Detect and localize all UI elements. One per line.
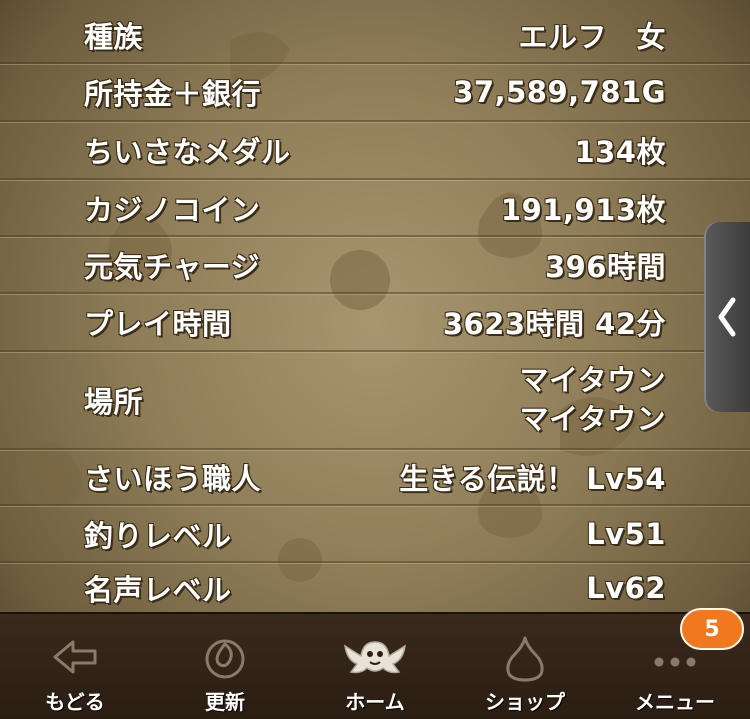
nav-home-label: ホーム xyxy=(345,690,405,714)
location-line-1: マイタウン xyxy=(519,363,666,397)
location-line-2: マイタウン xyxy=(519,402,666,436)
row-energy-charge: 元気チャージ 396時間 xyxy=(0,237,750,294)
row-fame-level: 名声レベル Lv62 xyxy=(0,563,750,612)
nav-refresh-label: 更新 xyxy=(205,690,245,714)
nav-refresh-button[interactable]: 更新 xyxy=(150,614,300,719)
row-label: 名声レベル xyxy=(84,572,232,607)
row-value: 396時間 xyxy=(544,249,666,284)
row-value: 37,589,781G xyxy=(453,75,666,109)
row-value: 3623時間 42分 xyxy=(442,307,666,341)
row-value: 生きる伝説！ Lv54 xyxy=(399,462,666,496)
side-drawer-tab[interactable] xyxy=(704,222,750,412)
status-list: 種族 エルフ 女 所持金＋銀行 37,589,781G ちいさなメダル 134枚… xyxy=(0,0,750,612)
nav-home-button[interactable]: ホーム xyxy=(300,614,450,719)
row-value: 191,913枚 xyxy=(500,192,666,227)
row-fishing-level: 釣りレベル Lv51 xyxy=(0,506,750,563)
bottom-nav: もどる 更新 ホーム ショップ メニュー xyxy=(0,612,750,719)
row-label: 所持金＋銀行 xyxy=(84,77,262,111)
row-casino-coins: カジノコイン 191,913枚 xyxy=(0,180,750,237)
row-value: エルフ 女 xyxy=(518,20,666,54)
nav-back-button[interactable]: もどる xyxy=(0,614,150,719)
row-label: カジノコイン xyxy=(84,192,261,227)
row-medals: ちいさなメダル 134枚 xyxy=(0,122,750,180)
nav-shop-label: ショップ xyxy=(485,690,565,714)
row-value: Lv62 xyxy=(586,570,666,605)
row-label: ちいさなメダル xyxy=(84,135,291,169)
row-race: 種族 エルフ 女 xyxy=(0,8,750,64)
chevron-left-icon xyxy=(718,297,736,337)
nav-menu-label: メニュー xyxy=(635,690,715,714)
back-arrow-icon xyxy=(53,640,97,674)
row-label: さいほう職人 xyxy=(84,462,262,496)
row-value: マイタウン マイタウン xyxy=(520,361,666,439)
home-monster-icon xyxy=(344,641,406,674)
row-play-time: プレイ時間 3623時間 42分 xyxy=(0,294,750,352)
row-label: 場所 xyxy=(84,385,144,419)
row-tailoring: さいほう職人 生きる伝説！ Lv54 xyxy=(0,450,750,506)
notification-badge: 5 xyxy=(680,608,744,650)
row-location: 場所 マイタウン マイタウン xyxy=(0,352,750,450)
row-money: 所持金＋銀行 37,589,781G xyxy=(0,64,750,122)
row-label: 種族 xyxy=(84,20,144,54)
row-value: 134枚 xyxy=(574,135,666,169)
nav-shop-button[interactable]: ショップ xyxy=(450,614,600,719)
row-label: 釣りレベル xyxy=(84,518,232,553)
nav-back-label: もどる xyxy=(45,690,105,714)
row-label: 元気チャージ xyxy=(84,249,261,284)
row-value: Lv51 xyxy=(586,516,666,551)
refresh-icon xyxy=(205,639,245,679)
slime-icon xyxy=(506,636,544,682)
row-label: プレイ時間 xyxy=(84,307,232,341)
